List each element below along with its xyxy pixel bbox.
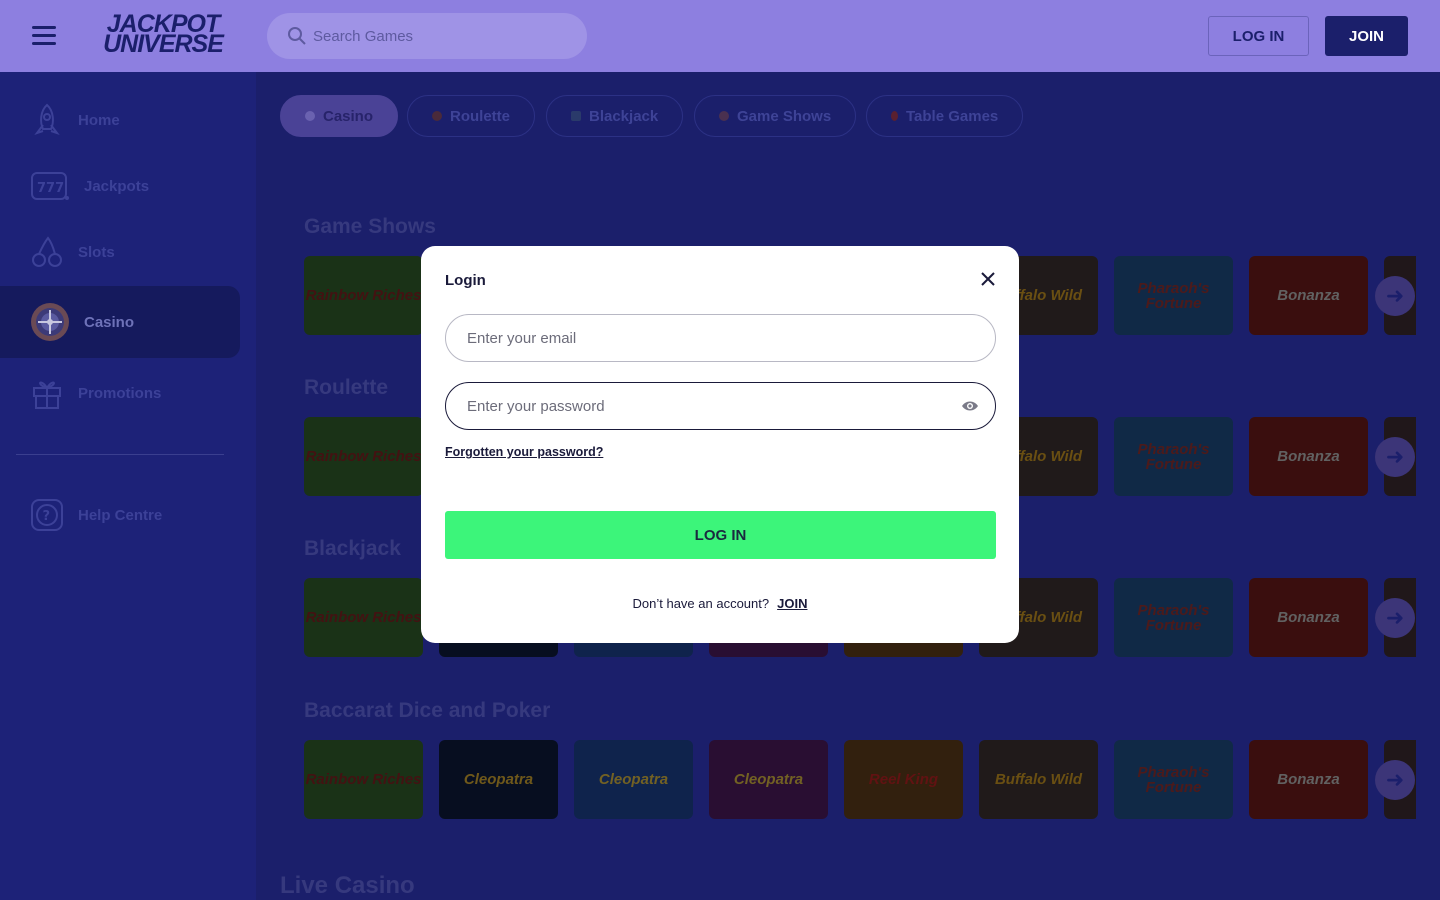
- sidebar-item-label: Jackpots: [84, 177, 150, 195]
- wheel-icon: [719, 111, 729, 121]
- section-title-blackjack: Blackjack: [304, 537, 401, 560]
- password-placeholder: Enter your password: [467, 397, 605, 415]
- join-link[interactable]: JOIN: [777, 596, 807, 611]
- game-tile[interactable]: Reel King: [844, 740, 963, 819]
- menu-icon[interactable]: [32, 26, 56, 46]
- email-field[interactable]: Enter your email: [445, 314, 996, 362]
- sidebar-item-help-centre[interactable]: ? Help Centre: [0, 483, 240, 547]
- password-field[interactable]: Enter your password: [445, 382, 996, 430]
- tab-label: Table Games: [906, 107, 999, 125]
- sidebar-item-label: Help Centre: [78, 506, 163, 524]
- question-icon: ?: [30, 498, 64, 532]
- game-tile[interactable]: Bonanza: [1249, 578, 1368, 657]
- email-placeholder: Enter your email: [467, 329, 577, 347]
- tab-game-shows[interactable]: Game Shows: [694, 95, 857, 137]
- game-tile[interactable]: Rainbow Riches: [304, 256, 423, 335]
- game-tile[interactable]: Rainbow Riches: [304, 740, 423, 819]
- svg-text:?: ?: [43, 509, 51, 524]
- game-tile[interactable]: Cleopatra: [574, 740, 693, 819]
- game-tile[interactable]: Cleopatra: [709, 740, 828, 819]
- sidebar-item-casino[interactable]: Casino: [0, 286, 240, 358]
- site-logo[interactable]: JACKPOT UNIVERSE: [88, 12, 238, 58]
- login-button[interactable]: LOG IN: [1208, 16, 1309, 56]
- game-tile[interactable]: Pharaoh's Fortune: [1114, 740, 1233, 819]
- modal-title: Login: [445, 272, 486, 289]
- search-placeholder: Search Games: [313, 27, 414, 45]
- top-header: JACKPOT UNIVERSE Search Games LOG IN JOI…: [0, 0, 1440, 72]
- tab-label: Casino: [323, 107, 374, 125]
- scroll-right-arrow-icon[interactable]: ➜: [1375, 437, 1415, 477]
- game-tile[interactable]: Pharaoh's Fortune: [1114, 578, 1233, 657]
- modal-login-button[interactable]: LOG IN: [445, 511, 996, 559]
- logo-line-2: UNIVERSE: [103, 30, 224, 58]
- sidebar-item-jackpots[interactable]: 777 Jackpots: [0, 154, 240, 218]
- game-tile[interactable]: Pharaoh's Fortune: [1114, 417, 1233, 496]
- tab-label: Blackjack: [589, 107, 659, 125]
- join-button[interactable]: JOIN: [1325, 16, 1408, 56]
- sidebar-item-promotions[interactable]: Promotions: [0, 361, 240, 425]
- dice-icon: [891, 111, 898, 121]
- game-row: Rainbow RichesCleopatraCleopatraCleopatr…: [304, 740, 1416, 819]
- search-input[interactable]: Search Games: [267, 13, 587, 59]
- section-title-baccarat: Baccarat Dice and Poker: [304, 699, 551, 722]
- tab-roulette[interactable]: Roulette: [407, 95, 535, 137]
- game-tile[interactable]: Bonanza: [1249, 417, 1368, 496]
- scroll-right-arrow-icon[interactable]: ➜: [1375, 276, 1415, 316]
- casino-chip-icon: [305, 111, 315, 121]
- game-tile[interactable]: Cleopatra: [439, 740, 558, 819]
- sidebar-item-label: Slots: [78, 243, 115, 261]
- scroll-right-arrow-icon[interactable]: ➜: [1375, 598, 1415, 638]
- close-icon[interactable]: [979, 270, 997, 288]
- forgot-password-link[interactable]: Forgotten your password?: [445, 445, 603, 459]
- section-title-roulette: Roulette: [304, 376, 388, 399]
- section-title-live-casino: Live Casino: [280, 872, 415, 899]
- cards-icon: [571, 111, 581, 121]
- tab-casino[interactable]: Casino: [280, 95, 399, 137]
- search-icon: [288, 27, 306, 45]
- tab-label: Game Shows: [737, 107, 832, 125]
- section-title-game-shows: Game Shows: [304, 215, 436, 238]
- sidebar-item-slots[interactable]: Slots: [0, 220, 240, 284]
- sidebar-item-label: Home: [78, 111, 120, 129]
- scroll-right-arrow-icon[interactable]: ➜: [1375, 760, 1415, 800]
- game-tile[interactable]: Pharaoh's Fortune: [1114, 256, 1233, 335]
- signup-text: Don’t have an account?: [632, 596, 770, 611]
- tab-table-games[interactable]: Table Games: [866, 95, 1024, 137]
- signup-prompt: Don’t have an account? JOIN: [421, 596, 1019, 611]
- cherries-icon: [30, 235, 64, 269]
- gift-icon: [30, 376, 64, 410]
- sidebar-item-label: Promotions: [78, 384, 162, 402]
- tab-blackjack[interactable]: Blackjack: [546, 95, 684, 137]
- sidebar-divider: [16, 454, 224, 455]
- game-tile[interactable]: Buffalo Wild: [979, 740, 1098, 819]
- sidebar-item-home[interactable]: Home: [0, 88, 240, 152]
- slot-777-icon: 777: [30, 169, 70, 203]
- svg-text:777: 777: [37, 181, 64, 196]
- rocket-icon: [30, 103, 64, 137]
- roulette-wheel-icon: [30, 302, 70, 342]
- login-modal: Login Enter your email Enter your passwo…: [421, 246, 1019, 643]
- game-tile[interactable]: Bonanza: [1249, 256, 1368, 335]
- game-tile[interactable]: Bonanza: [1249, 740, 1368, 819]
- sidebar-item-label: Casino: [84, 313, 135, 331]
- game-tile[interactable]: Rainbow Riches: [304, 578, 423, 657]
- sidebar: Home 777 Jackpots Slots Casino Promotion…: [0, 72, 256, 900]
- roulette-icon: [432, 111, 442, 121]
- eye-icon[interactable]: [961, 399, 979, 413]
- game-tile[interactable]: Rainbow Riches: [304, 417, 423, 496]
- tab-label: Roulette: [450, 107, 510, 125]
